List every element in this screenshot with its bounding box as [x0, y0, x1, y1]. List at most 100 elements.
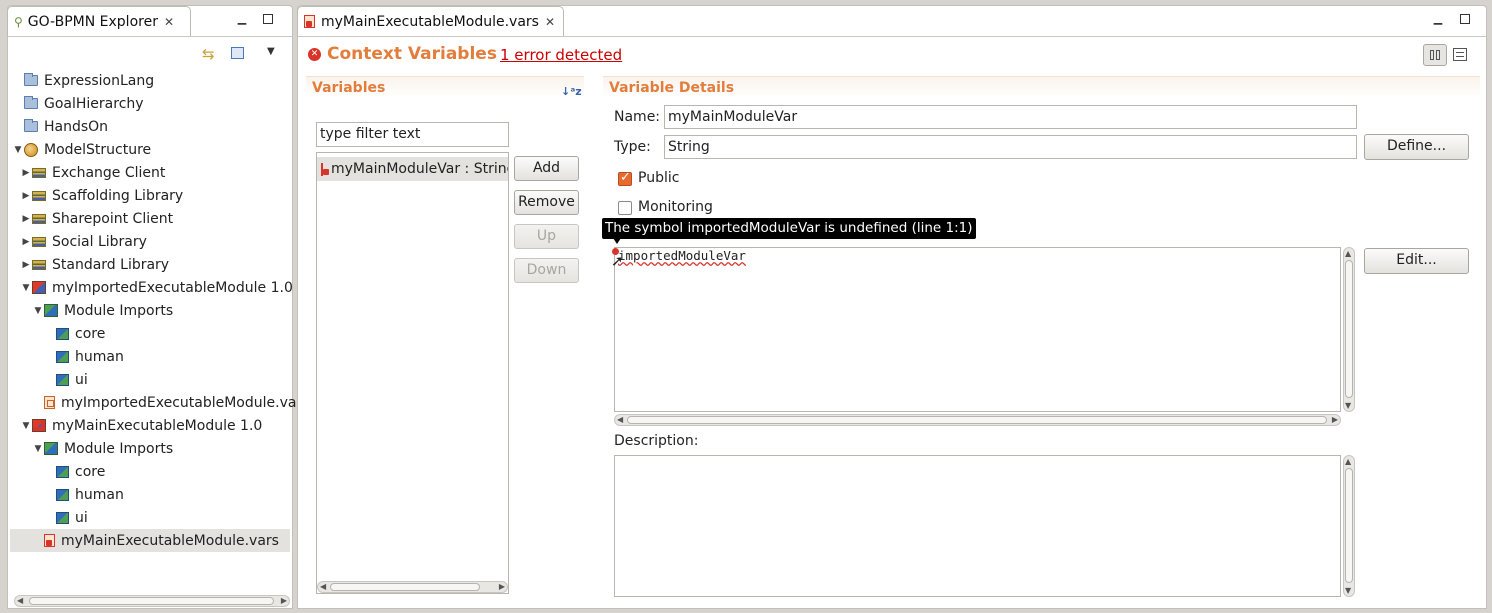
tree-item[interactable]: GoalHierarchy — [12, 92, 144, 115]
scroll-thumb[interactable] — [627, 416, 1327, 424]
initial-value-editor[interactable]: importedModuleVar ➚ — [611, 247, 1341, 412]
scroll-up-icon[interactable]: ▲ — [1345, 249, 1351, 258]
description-vertical-scrollbar[interactable]: ▲ ▼ — [1343, 455, 1355, 597]
tree-item[interactable]: ▼ myMainExecutableModule 1.0 — [20, 414, 263, 437]
import-icon — [56, 373, 69, 386]
scroll-right-icon[interactable]: ▶ — [1332, 415, 1338, 424]
tree-item[interactable]: human — [44, 345, 124, 368]
scroll-down-icon[interactable]: ▼ — [1345, 586, 1351, 595]
expand-arrow-icon[interactable]: ▼ — [20, 421, 32, 431]
scroll-thumb[interactable] — [330, 583, 480, 591]
link-with-editor-icon[interactable]: ⇆ — [202, 45, 215, 63]
error-link[interactable]: 1 error detected — [500, 46, 622, 64]
scroll-thumb[interactable] — [1345, 468, 1353, 583]
library-icon — [32, 213, 46, 224]
explorer-horizontal-scrollbar[interactable]: ◀ ▶ — [14, 595, 290, 607]
import-icon — [56, 511, 69, 524]
collapse-arrow-icon[interactable]: ▶ — [20, 214, 32, 224]
tree-item[interactable]: ▶ Exchange Client — [20, 161, 166, 184]
scroll-left-icon[interactable]: ◀ — [320, 582, 326, 591]
monitoring-checkbox[interactable] — [618, 201, 632, 215]
list-horizontal-scrollbar[interactable]: ◀ ▶ — [317, 581, 508, 593]
edit-button[interactable]: Edit... — [1364, 248, 1469, 274]
tree-item[interactable]: myImportedExecutableModule.vars — [32, 391, 310, 414]
description-textarea[interactable] — [614, 455, 1341, 597]
tree-item[interactable]: ui — [44, 506, 88, 529]
variables-list[interactable]: myMainModuleVar : String ◀ ▶ — [316, 152, 509, 594]
define-button[interactable]: Define... — [1364, 134, 1469, 160]
initial-value-vertical-scrollbar[interactable]: ▲ ▼ — [1343, 247, 1355, 412]
minimize-icon[interactable]: ▁ — [1431, 12, 1445, 26]
scroll-right-icon[interactable]: ▶ — [499, 582, 505, 591]
collapse-arrow-icon[interactable]: ▶ — [20, 191, 32, 201]
type-input[interactable]: String — [664, 135, 1357, 159]
collapse-all-icon[interactable] — [231, 47, 244, 59]
folder-icon — [24, 119, 38, 132]
tree-item-label: ui — [75, 371, 88, 388]
tree-item-label: core — [75, 325, 106, 342]
sort-icon[interactable]: ↓ᵃz — [561, 85, 582, 98]
tree-item[interactable]: HandsOn — [12, 115, 108, 138]
tree-item[interactable]: human — [44, 483, 124, 506]
tree-item[interactable]: myMainExecutableModule.vars — [10, 529, 290, 552]
tree-item-label: ExpressionLang — [44, 72, 155, 89]
minimize-icon[interactable]: ▁ — [235, 12, 249, 26]
expand-arrow-icon[interactable]: ▼ — [32, 444, 44, 454]
maximize-icon[interactable] — [1460, 14, 1470, 24]
remove-button[interactable]: Remove — [514, 190, 579, 215]
tree-item[interactable]: core — [44, 460, 105, 483]
tree-item[interactable]: ▶ Scaffolding Library — [20, 184, 184, 207]
expand-arrow-icon[interactable]: ▼ — [20, 283, 32, 293]
scroll-thumb[interactable] — [1345, 260, 1353, 398]
tree-item[interactable]: ui — [44, 368, 88, 391]
collapse-arrow-icon[interactable]: ▶ — [20, 237, 32, 247]
tree-item[interactable]: ▼ Module Imports — [32, 299, 174, 322]
import-icon — [56, 488, 69, 501]
explorer-tab-icon: ⚲ — [14, 14, 23, 29]
variable-list-item[interactable]: myMainModuleVar : String — [317, 157, 508, 181]
scroll-up-icon[interactable]: ▲ — [1345, 457, 1351, 466]
tree-item-label: myMainExecutableModule 1.0 — [52, 417, 263, 434]
tree-item[interactable]: core — [44, 322, 105, 345]
initial-value-horizontal-scrollbar[interactable]: ◀ ▶ — [614, 414, 1341, 426]
editor-tab-title: myMainExecutableModule.vars — [321, 13, 539, 30]
tree-item[interactable]: ▶ Social Library — [20, 230, 147, 253]
explorer-tab[interactable]: ⚲ GO-BPMN Explorer ✕ — [7, 6, 191, 36]
tree-item-label: human — [75, 486, 124, 503]
variable-list-item-label: myMainModuleVar : String — [331, 161, 508, 177]
layout-columns-icon[interactable] — [1423, 44, 1447, 66]
variable-error-icon — [321, 162, 329, 176]
filter-input[interactable]: type filter text — [316, 122, 509, 147]
tree-item[interactable]: ▶ Standard Library — [20, 253, 170, 276]
scroll-left-icon[interactable]: ◀ — [17, 596, 23, 605]
tree-item[interactable]: ▼ ModelStructure — [12, 138, 152, 161]
editor-tab[interactable]: myMainExecutableModule.vars ✕ — [297, 6, 564, 36]
library-icon — [32, 259, 46, 270]
close-icon[interactable]: ✕ — [545, 15, 555, 29]
expand-arrow-icon[interactable]: ▼ — [12, 145, 24, 155]
down-button[interactable]: Down — [514, 258, 579, 283]
tree-item[interactable]: ▼ Module Imports — [32, 437, 174, 460]
collapse-arrow-icon[interactable]: ▶ — [20, 260, 32, 270]
close-icon[interactable]: ✕ — [164, 15, 174, 29]
module-error-icon — [32, 419, 46, 432]
form-title: Context Variables — [327, 44, 497, 64]
layout-rows-icon[interactable] — [1453, 48, 1467, 61]
tree-item-label: HandsOn — [44, 118, 109, 135]
name-input[interactable]: myMainModuleVar — [664, 105, 1357, 129]
tree-item[interactable]: ▶ Sharepoint Client — [20, 207, 174, 230]
scroll-down-icon[interactable]: ▼ — [1345, 401, 1351, 410]
scroll-thumb[interactable] — [29, 597, 274, 605]
up-button[interactable]: Up — [514, 224, 579, 249]
expand-arrow-icon[interactable]: ▼ — [32, 306, 44, 316]
add-button[interactable]: Add — [514, 156, 579, 181]
maximize-icon[interactable] — [263, 14, 273, 24]
view-menu-icon[interactable]: ▼ — [267, 46, 275, 57]
collapse-arrow-icon[interactable]: ▶ — [20, 168, 32, 178]
tree-item[interactable]: ▼ myImportedExecutableModule 1.0 — [20, 276, 293, 299]
public-checkbox[interactable] — [618, 170, 632, 186]
module-imports-icon — [44, 442, 58, 455]
scroll-right-icon[interactable]: ▶ — [281, 596, 287, 605]
scroll-left-icon[interactable]: ◀ — [617, 415, 623, 424]
tree-item[interactable]: ExpressionLang — [12, 69, 154, 92]
